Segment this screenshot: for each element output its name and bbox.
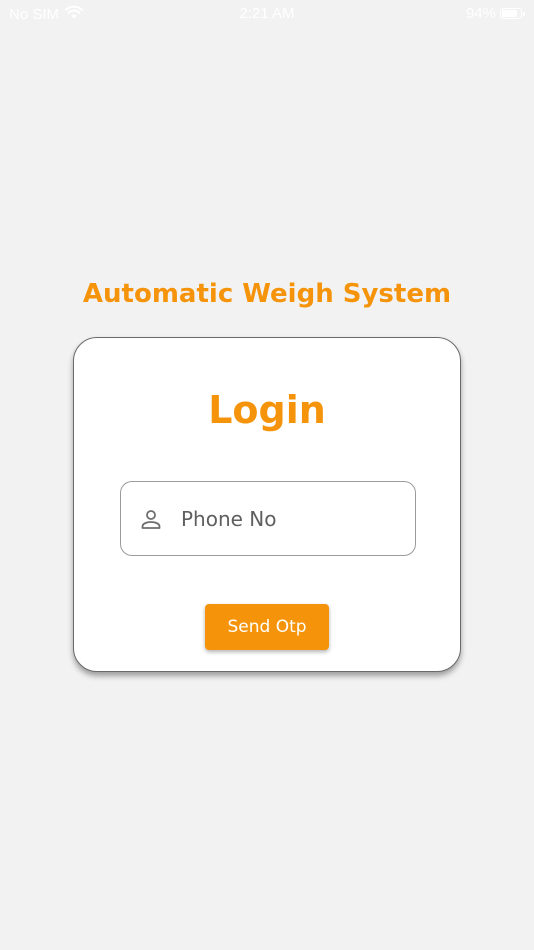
send-otp-button[interactable]: Send Otp [205,604,329,650]
login-card: Login Send Otp [73,337,461,672]
status-bar: No SIM 2:21 AM 94% [0,0,534,28]
battery-percent: 94% [465,5,496,22]
battery-icon [500,8,525,19]
login-title: Login [208,388,326,432]
phone-field[interactable] [120,481,416,556]
phone-input[interactable] [181,506,381,531]
person-icon [139,507,163,531]
status-right: 94% [465,5,525,22]
battery-fill [502,10,517,17]
status-time: 2:21 AM [239,5,295,22]
app-title: Automatic Weigh System [82,279,452,309]
